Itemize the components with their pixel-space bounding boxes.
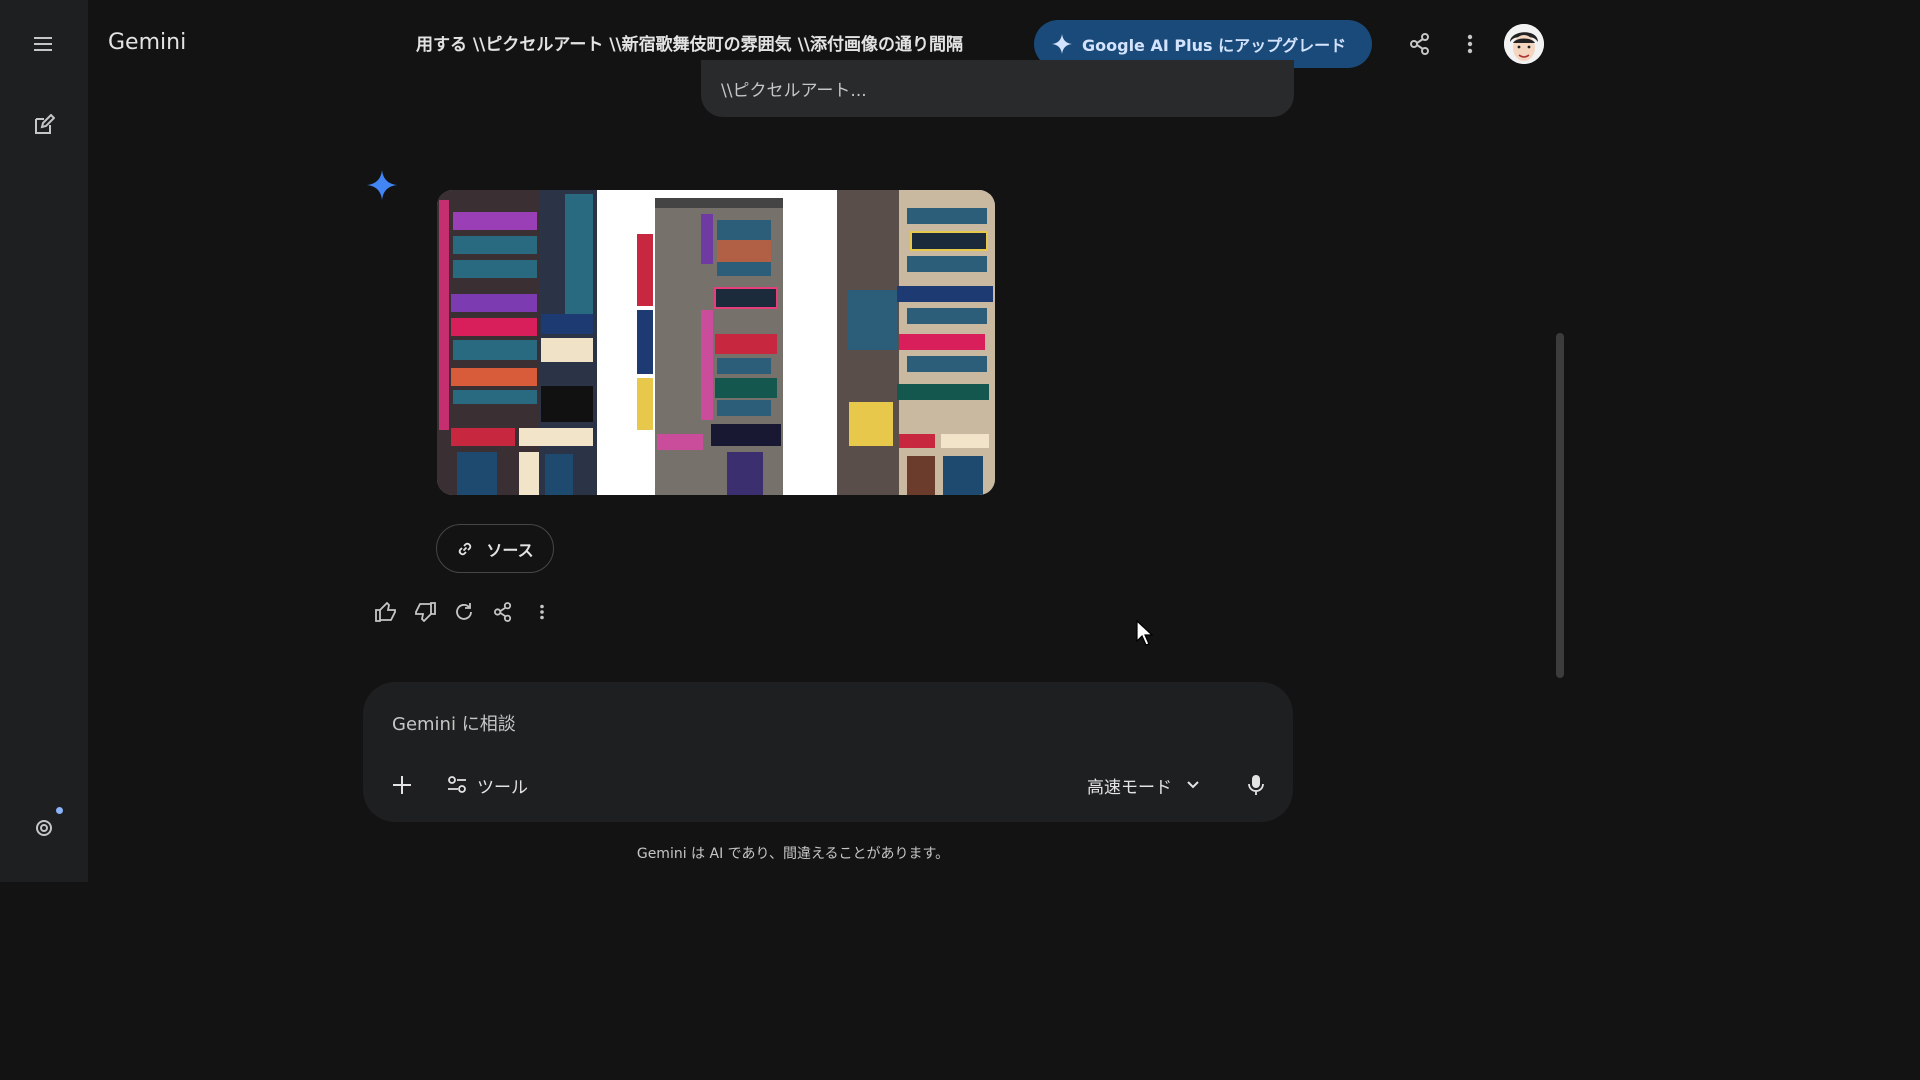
- refresh-icon[interactable]: [450, 598, 478, 626]
- source-label: ソース: [486, 540, 534, 560]
- notification-dot-icon: [56, 807, 63, 814]
- new-chat-icon[interactable]: [26, 107, 62, 143]
- source-button[interactable]: ソース: [436, 524, 554, 573]
- avatar[interactable]: [1504, 24, 1544, 64]
- tune-icon: [448, 776, 466, 793]
- plus-icon: [393, 776, 411, 794]
- mouse-cursor-icon: [1136, 619, 1154, 646]
- mode-label: 高速モード: [1087, 777, 1172, 798]
- tools-button[interactable]: ツール: [447, 770, 528, 800]
- mode-selector[interactable]: 高速モード: [1087, 770, 1200, 800]
- previous-user-message: \\ピクセルアート...: [701, 60, 1294, 117]
- previous-user-message-text: \\ピクセルアート...: [721, 81, 867, 101]
- disclaimer: Gemini は AI であり、間違えることがあります。: [636, 846, 950, 862]
- more-vert-icon[interactable]: [528, 598, 556, 626]
- sidebar: [0, 0, 88, 882]
- link-icon: [459, 542, 472, 555]
- scrollbar[interactable]: [1556, 333, 1564, 678]
- prompt-composer[interactable]: Gemini に相談 ツール 高速モード: [363, 682, 1293, 822]
- conversation-title[interactable]: 用する \\ピクセルアート \\新宿歌舞伎町の雰囲気 \\添付画像の通り間隔: [416, 30, 1034, 55]
- sparkle-icon: [1052, 34, 1072, 54]
- share-icon[interactable]: [489, 598, 517, 626]
- more-vert-icon[interactable]: [1454, 28, 1486, 60]
- brand-logo[interactable]: Gemini: [108, 30, 186, 55]
- add-attachment-button[interactable]: [387, 770, 417, 800]
- share-icon[interactable]: [1404, 28, 1436, 60]
- mic-icon: [1248, 775, 1264, 795]
- prompt-input[interactable]: Gemini に相談: [392, 710, 516, 736]
- tools-label: ツール: [477, 777, 528, 798]
- response-actions: [372, 598, 556, 626]
- thumb-up-icon[interactable]: [372, 598, 400, 626]
- gemini-spark-icon: [367, 170, 397, 200]
- chevron-down-icon: [1187, 781, 1199, 789]
- mic-button[interactable]: [1241, 770, 1271, 800]
- thumb-down-icon[interactable]: [411, 598, 439, 626]
- generated-image[interactable]: [437, 190, 995, 495]
- settings-icon[interactable]: [26, 807, 63, 846]
- menu-icon[interactable]: [26, 26, 62, 62]
- upgrade-label: Google AI Plus にアップグレード: [1082, 36, 1347, 55]
